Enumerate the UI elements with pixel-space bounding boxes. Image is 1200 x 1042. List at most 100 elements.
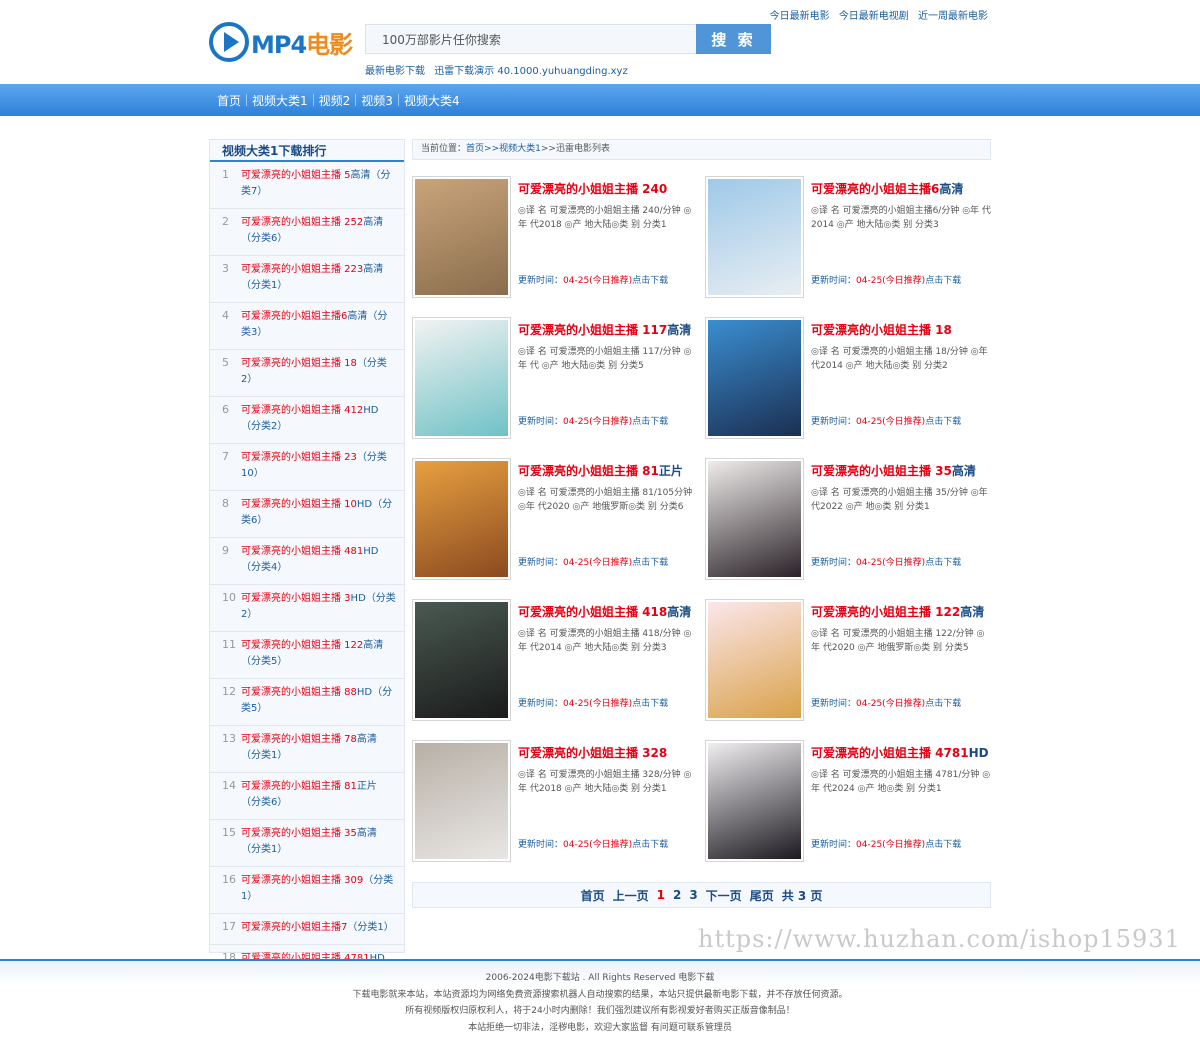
ranking-link[interactable]: 可爱漂亮的小姐姐主播 3HD（分类2） bbox=[241, 591, 396, 623]
ranking-list: 1 可爱漂亮的小姐姐主播 5高清（分类7） 2 可爱漂亮的小姐姐主播 252高清（分类… bbox=[210, 162, 404, 992]
movie-poster[interactable] bbox=[705, 599, 804, 721]
breadcrumb-category[interactable]: 视频大类1 bbox=[499, 144, 541, 154]
ranking-link[interactable]: 可爱漂亮的小姐姐主播 223高清 （分类1） bbox=[241, 262, 396, 294]
movie-title[interactable]: 可爱漂亮的小姐姐主播 81正片 bbox=[518, 462, 683, 479]
ranking-link[interactable]: 可爱漂亮的小姐姐主播 78高清 （分类1） bbox=[241, 732, 396, 764]
download-link[interactable]: 点击下载 bbox=[632, 276, 668, 286]
download-link[interactable]: 点击下载 bbox=[632, 840, 668, 850]
ranking-item[interactable]: 2 可爱漂亮的小姐姐主播 252高清 （分类6） bbox=[210, 209, 404, 256]
ranking-link[interactable]: 可爱漂亮的小姐姐主播 5高清（分类7） bbox=[241, 168, 396, 200]
movie-info: ◎译 名 可爱漂亮的小姐姐主播 4781/分钟 ◎年 代2024 ◎产 地◎类 … bbox=[811, 770, 991, 794]
download-link[interactable]: 点击下载 bbox=[925, 840, 961, 850]
pager-next[interactable]: 下一页 bbox=[706, 887, 742, 904]
download-link[interactable]: 点击下载 bbox=[632, 417, 668, 427]
ranking-link[interactable]: 可爱漂亮的小姐姐主播 412HD （分类2） bbox=[241, 403, 396, 435]
pager-page[interactable]: 3 bbox=[689, 888, 697, 902]
download-link[interactable]: 点击下载 bbox=[925, 417, 961, 427]
movie-poster[interactable] bbox=[705, 176, 804, 298]
ranking-link[interactable]: 可爱漂亮的小姐姐主播7（分类1） bbox=[241, 920, 394, 936]
top-link-today-tv[interactable]: 今日最新电视剧 bbox=[839, 11, 909, 22]
hot-link[interactable]: 迅雷下载演示 40.1000.yuhuangding.xyz bbox=[434, 66, 628, 77]
ranking-item[interactable]: 13 可爱漂亮的小姐姐主播 78高清 （分类1） bbox=[210, 726, 404, 773]
ranking-item[interactable]: 9 可爱漂亮的小姐姐主播 481HD （分类4） bbox=[210, 538, 404, 585]
hot-link[interactable]: 最新电影下载 bbox=[365, 66, 425, 77]
ranking-item[interactable]: 11 可爱漂亮的小姐姐主播 122高清 （分类5） bbox=[210, 632, 404, 679]
movie-title[interactable]: 可爱漂亮的小姐姐主播 418高清 bbox=[518, 603, 691, 620]
ranking-item[interactable]: 5 可爱漂亮的小姐姐主播 18（分类2） bbox=[210, 350, 404, 397]
download-link[interactable]: 点击下载 bbox=[925, 276, 961, 286]
movie-title[interactable]: 可爱漂亮的小姐姐主播 240 bbox=[518, 180, 667, 197]
movie-poster[interactable] bbox=[412, 599, 511, 721]
ranking-tag: 高清 bbox=[350, 170, 371, 181]
watermark-text: https://www.huzhan.com/ishop15931 bbox=[698, 925, 1181, 953]
download-link[interactable]: 点击下载 bbox=[925, 558, 961, 568]
top-link-week-movies[interactable]: 近一周最新电影 bbox=[918, 11, 988, 22]
search-button[interactable]: 搜 索 bbox=[696, 24, 771, 54]
download-link[interactable]: 点击下载 bbox=[925, 699, 961, 709]
ranking-item[interactable]: 8 可爱漂亮的小姐姐主播 10HD（分类6） bbox=[210, 491, 404, 538]
movie-poster[interactable] bbox=[705, 458, 804, 580]
nav-item-video2[interactable]: 视频2 bbox=[315, 92, 355, 109]
movie-info: ◎译 名 可爱漂亮的小姐姐主播 117/分钟 ◎年 代 ◎产 地大陆◎类 别 分… bbox=[518, 347, 692, 371]
movie-poster[interactable] bbox=[705, 740, 804, 862]
movie-poster[interactable] bbox=[412, 740, 511, 862]
logo-text-mp4: MP4 bbox=[251, 30, 307, 59]
pager-last[interactable]: 尾页 bbox=[750, 887, 774, 904]
ranking-item[interactable]: 7 可爱漂亮的小姐姐主播 23（分类10） bbox=[210, 444, 404, 491]
ranking-item[interactable]: 17 可爱漂亮的小姐姐主播7（分类1） bbox=[210, 914, 404, 945]
nav-item-category1[interactable]: 视频大类1 bbox=[248, 92, 312, 109]
ranking-item[interactable]: 16 可爱漂亮的小姐姐主播 309（分类1） bbox=[210, 867, 404, 914]
ranking-item[interactable]: 6 可爱漂亮的小姐姐主播 412HD （分类2） bbox=[210, 397, 404, 444]
pager-prev[interactable]: 上一页 bbox=[613, 887, 649, 904]
movie-poster[interactable] bbox=[705, 317, 804, 439]
ranking-item[interactable]: 10 可爱漂亮的小姐姐主播 3HD（分类2） bbox=[210, 585, 404, 632]
movie-title[interactable]: 可爱漂亮的小姐姐主播 328 bbox=[518, 744, 667, 761]
site-footer: 2006-2024电影下载站 . All Rights Reserved 电影下… bbox=[0, 959, 1200, 1042]
ranking-link[interactable]: 可爱漂亮的小姐姐主播6高清（分类3） bbox=[241, 309, 396, 341]
ranking-item[interactable]: 15 可爱漂亮的小姐姐主播 35高清 （分类1） bbox=[210, 820, 404, 867]
search-input[interactable]: 100万部影片任你搜索 bbox=[365, 24, 697, 54]
movie-info: ◎译 名 可爱漂亮的小姐姐主播6/分钟 ◎年 代2014 ◎产 地大陆◎类 别 … bbox=[811, 206, 991, 230]
nav-item-home[interactable]: 首页 bbox=[213, 92, 245, 109]
ranking-link[interactable]: 可爱漂亮的小姐姐主播 23（分类10） bbox=[241, 450, 396, 482]
nav-divider bbox=[355, 94, 357, 106]
movie-title[interactable]: 可爱漂亮的小姐姐主播 35高清 bbox=[811, 462, 976, 479]
movie-card: 可爱漂亮的小姐姐主播6高清 ◎译 名 可爱漂亮的小姐姐主播6/分钟 ◎年 代201… bbox=[705, 176, 991, 298]
ranking-link[interactable]: 可爱漂亮的小姐姐主播 35高清 （分类1） bbox=[241, 826, 396, 858]
ranking-number: 13 bbox=[222, 732, 236, 745]
movie-poster[interactable] bbox=[412, 458, 511, 580]
movie-title[interactable]: 可爱漂亮的小姐姐主播 122高清 bbox=[811, 603, 984, 620]
pager-page-current[interactable]: 1 bbox=[657, 888, 665, 902]
nav-divider bbox=[397, 94, 399, 106]
movie-title[interactable]: 可爱漂亮的小姐姐主播 117高清 bbox=[518, 321, 691, 338]
ranking-link[interactable]: 可爱漂亮的小姐姐主播 481HD （分类4） bbox=[241, 544, 396, 576]
ranking-link[interactable]: 可爱漂亮的小姐姐主播 18（分类2） bbox=[241, 356, 396, 388]
ranking-link[interactable]: 可爱漂亮的小姐姐主播 122高清 （分类5） bbox=[241, 638, 396, 670]
movie-title[interactable]: 可爱漂亮的小姐姐主播6高清 bbox=[811, 180, 963, 197]
ranking-link[interactable]: 可爱漂亮的小姐姐主播 81正片 （分类6） bbox=[241, 779, 396, 811]
ranking-item[interactable]: 4 可爱漂亮的小姐姐主播6高清（分类3） bbox=[210, 303, 404, 350]
ranking-link[interactable]: 可爱漂亮的小姐姐主播 10HD（分类6） bbox=[241, 497, 396, 529]
ranking-item[interactable]: 14 可爱漂亮的小姐姐主播 81正片 （分类6） bbox=[210, 773, 404, 820]
ranking-title: 可爱漂亮的小姐姐主播 481 bbox=[241, 546, 364, 557]
ranking-item[interactable]: 1 可爱漂亮的小姐姐主播 5高清（分类7） bbox=[210, 162, 404, 209]
movie-title[interactable]: 可爱漂亮的小姐姐主播 18 bbox=[811, 321, 952, 338]
download-link[interactable]: 点击下载 bbox=[632, 699, 668, 709]
breadcrumb-home[interactable]: 首页 bbox=[466, 144, 484, 154]
site-logo[interactable]: MP4电影 bbox=[209, 20, 354, 64]
nav-item-video3[interactable]: 视频3 bbox=[357, 92, 397, 109]
ranking-link[interactable]: 可爱漂亮的小姐姐主播 88HD（分类5） bbox=[241, 685, 396, 717]
ranking-number: 16 bbox=[222, 873, 236, 886]
ranking-link[interactable]: 可爱漂亮的小姐姐主播 309（分类1） bbox=[241, 873, 396, 905]
ranking-item[interactable]: 12 可爱漂亮的小姐姐主播 88HD（分类5） bbox=[210, 679, 404, 726]
download-link[interactable]: 点击下载 bbox=[632, 558, 668, 568]
nav-item-category4[interactable]: 视频大类4 bbox=[400, 92, 464, 109]
pager-page[interactable]: 2 bbox=[673, 888, 681, 902]
top-link-today-movies[interactable]: 今日最新电影 bbox=[770, 11, 830, 22]
ranking-item[interactable]: 3 可爱漂亮的小姐姐主播 223高清 （分类1） bbox=[210, 256, 404, 303]
ranking-link[interactable]: 可爱漂亮的小姐姐主播 252高清 （分类6） bbox=[241, 215, 396, 247]
movie-poster[interactable] bbox=[412, 317, 511, 439]
movie-poster[interactable] bbox=[412, 176, 511, 298]
pager-first[interactable]: 首页 bbox=[581, 887, 605, 904]
movie-title[interactable]: 可爱漂亮的小姐姐主播 4781HD bbox=[811, 744, 989, 761]
